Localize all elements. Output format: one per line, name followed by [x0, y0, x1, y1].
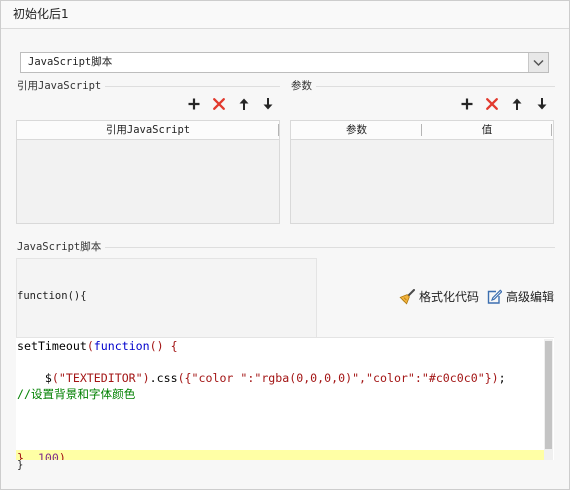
ref-js-table[interactable]: 引用JavaScript [16, 120, 280, 224]
params-delete-button[interactable] [484, 96, 500, 112]
code-token: .css [149, 371, 178, 385]
script-section-header: JavaScript脚本 [17, 240, 555, 254]
init-script-panel: 初始化后1 JavaScript脚本 引用JavaScript 引用JavaSc… [0, 0, 570, 490]
code-token: ({"color ":"rgba(0,0,0,0)","color":"#c0c… [177, 371, 499, 385]
delete-icon [213, 98, 225, 110]
code-token: function [93, 339, 150, 353]
code-token: setTimeout [17, 339, 87, 353]
code-lines: setTimeout ( function () { $ ("TEXTEDITO… [16, 338, 544, 460]
format-code-button[interactable]: 格式化代码 [399, 288, 479, 306]
ref-js-move-up-button[interactable] [236, 96, 252, 112]
ref-js-move-down-button[interactable] [260, 96, 276, 112]
code-token: ("TEXTEDITOR") [51, 371, 150, 385]
plus-icon [461, 98, 473, 110]
arrow-down-icon [537, 98, 547, 110]
code-token: 100 [37, 451, 59, 460]
title-bar [0, 0, 570, 29]
ref-js-section-label: 引用JavaScript [17, 80, 102, 92]
code-token: ; [498, 371, 506, 385]
edit-icon [487, 289, 502, 304]
broom-icon [399, 289, 415, 305]
script-type-select[interactable]: JavaScript脚本 [20, 52, 549, 73]
ref-js-section-header: 引用JavaScript [17, 79, 280, 93]
arrow-up-icon [239, 98, 249, 110]
editor-scrollbar[interactable] [544, 339, 553, 460]
format-code-label: 格式化代码 [419, 290, 480, 304]
delete-icon [486, 98, 498, 110]
params-move-up-button[interactable] [509, 96, 525, 112]
section-divider [105, 85, 280, 87]
column-header-value[interactable]: 值 [422, 121, 552, 139]
plus-icon [188, 98, 200, 110]
ref-js-table-body[interactable] [17, 140, 279, 223]
column-header-label: 引用JavaScript [105, 124, 191, 136]
code-token: $ [17, 371, 52, 385]
column-header-ref-js[interactable]: 引用JavaScript [17, 121, 279, 139]
params-table-body[interactable] [291, 140, 553, 223]
params-table-header: 参数 值 [291, 121, 553, 140]
code-line: $ ("TEXTEDITOR") .css ({"color ":"rgba(0… [16, 370, 544, 386]
chevron-down-icon[interactable] [528, 53, 548, 72]
function-open-label: function(){ [17, 290, 87, 302]
params-add-button[interactable] [459, 96, 475, 112]
column-divider[interactable] [551, 124, 552, 136]
ref-js-delete-button[interactable] [211, 96, 227, 112]
column-header-param[interactable]: 参数 [291, 121, 422, 139]
advanced-edit-label: 高级编辑 [506, 290, 555, 304]
code-token: ( [86, 339, 94, 353]
column-header-label: 参数 [346, 124, 367, 136]
arrow-down-icon [263, 98, 273, 110]
ref-js-add-button[interactable] [186, 96, 202, 112]
column-divider[interactable] [278, 124, 279, 136]
code-token: , [23, 451, 38, 460]
code-token: () { [149, 339, 178, 353]
ref-js-table-header: 引用JavaScript [17, 121, 279, 140]
section-divider [316, 85, 555, 87]
code-line: } , 100 ) [16, 450, 544, 460]
code-token: //设置背景和字体颜色 [17, 387, 136, 401]
script-section-label: JavaScript脚本 [17, 241, 102, 253]
panel-title: 初始化后1 [13, 7, 69, 21]
code-line: setTimeout ( function () { [16, 338, 544, 354]
code-editor[interactable]: setTimeout ( function () { $ ("TEXTEDITO… [16, 337, 554, 460]
params-section-header: 参数 [291, 79, 555, 93]
params-table[interactable]: 参数 值 [290, 120, 554, 224]
script-type-select-value: JavaScript脚本 [28, 56, 113, 68]
arrow-up-icon [512, 98, 522, 110]
params-move-down-button[interactable] [534, 96, 550, 112]
advanced-edit-button[interactable]: 高级编辑 [486, 288, 554, 306]
section-divider [105, 246, 555, 248]
function-close-label: } [17, 459, 24, 471]
code-token: ) [58, 451, 66, 460]
params-section-label: 参数 [291, 80, 312, 92]
column-header-label: 值 [481, 124, 493, 136]
editor-scrollbar-thumb[interactable] [545, 341, 552, 449]
code-line: //设置背景和字体颜色 [16, 386, 544, 402]
